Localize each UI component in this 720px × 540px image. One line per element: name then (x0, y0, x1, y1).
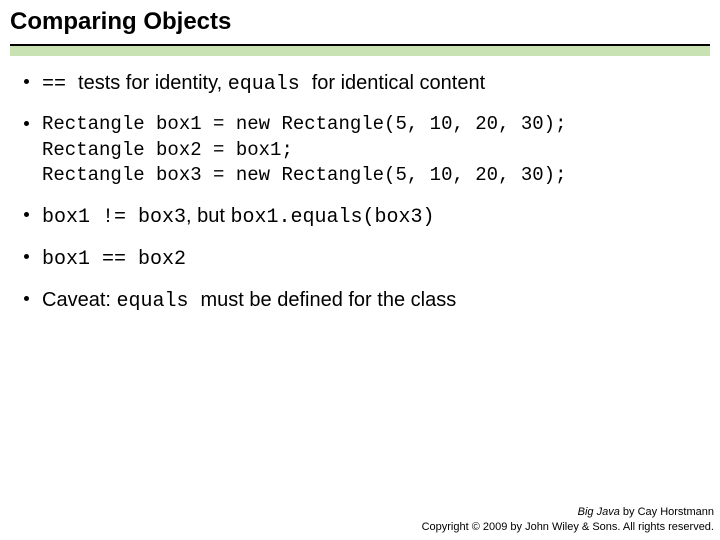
bullet-1-text-b: for identical content (312, 72, 485, 94)
bullet-2: Rectangle box1 = new Rectangle(5, 10, 20… (20, 112, 700, 189)
bullet-icon (24, 79, 29, 84)
slide-title: Comparing Objects (10, 8, 710, 36)
bullet-3-text: , but (186, 205, 230, 227)
bullet-icon (24, 212, 29, 217)
bullet-1-code-a: == (42, 73, 78, 96)
footer: Big Java by Cay Horstmann Copyright © 20… (422, 505, 714, 534)
footer-line-1: Big Java by Cay Horstmann (422, 505, 714, 519)
bullet-1-text-a: tests for identity, (78, 72, 228, 94)
bullet-icon (24, 121, 29, 126)
bullet-5-code: equals (116, 290, 200, 313)
bullet-3-code-a: box1 != box3 (42, 206, 186, 229)
footer-book: Big Java (578, 506, 620, 518)
title-rule-green (10, 46, 710, 56)
slide: Comparing Objects == tests for identity,… (0, 0, 720, 540)
title-block: Comparing Objects (0, 8, 720, 42)
bullet-2-code: Rectangle box1 = new Rectangle(5, 10, 20… (42, 112, 700, 189)
bullet-icon (24, 254, 29, 259)
bullet-3-code-b: box1.equals(box3) (231, 206, 435, 229)
bullet-5-text-b: must be defined for the class (201, 289, 457, 311)
bullet-1-code-b: equals (228, 73, 312, 96)
bullet-list: == tests for identity, equals for identi… (20, 70, 700, 315)
bullet-4: box1 == box2 (20, 245, 700, 273)
footer-byline: by Cay Horstmann (620, 506, 714, 518)
bullet-1: == tests for identity, equals for identi… (20, 70, 700, 98)
bullet-5-text-a: Caveat: (42, 289, 116, 311)
bullet-icon (24, 296, 29, 301)
bullet-5: Caveat: equals must be defined for the c… (20, 287, 700, 315)
bullet-4-code: box1 == box2 (42, 248, 186, 271)
content: == tests for identity, equals for identi… (0, 56, 720, 315)
bullet-3: box1 != box3, but box1.equals(box3) (20, 203, 700, 231)
footer-copyright: Copyright © 2009 by John Wiley & Sons. A… (422, 520, 714, 534)
